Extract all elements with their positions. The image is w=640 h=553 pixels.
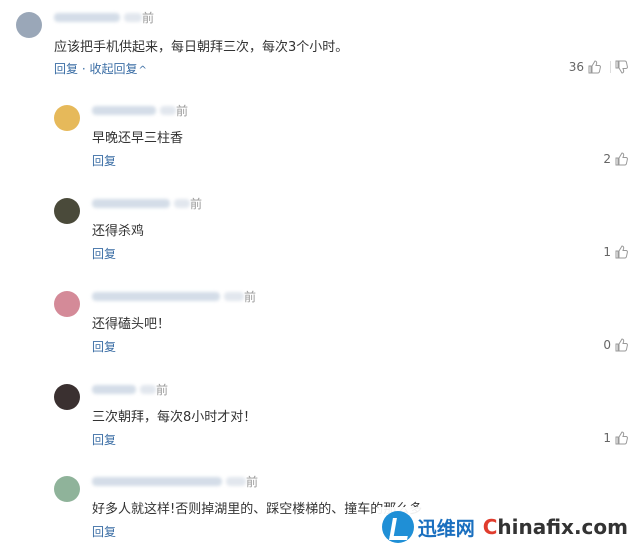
like-button[interactable]: 36 bbox=[569, 60, 628, 74]
avatar[interactable] bbox=[54, 198, 80, 224]
comment-actions: 回复 bbox=[92, 245, 116, 262]
collapse-replies-button[interactable]: 收起回复^ bbox=[90, 62, 147, 76]
time-suffix: 前 bbox=[142, 10, 155, 25]
like-count: 0 bbox=[603, 338, 611, 352]
comment-actions: 回复 bbox=[92, 431, 116, 448]
like-count: 1 bbox=[603, 431, 611, 445]
thumbs-up-icon bbox=[615, 245, 628, 259]
comment-meta: 前 bbox=[92, 382, 169, 397]
watermark-brand: 迅维网 bbox=[417, 517, 475, 540]
time-blurred bbox=[226, 476, 246, 486]
reply-button[interactable]: 回复 bbox=[92, 154, 116, 168]
chevron-up-icon: ^ bbox=[138, 65, 147, 76]
like-button[interactable]: 1 bbox=[603, 245, 628, 259]
comment-meta: 前 bbox=[92, 474, 259, 489]
username-blurred[interactable] bbox=[92, 384, 136, 394]
username-blurred[interactable] bbox=[92, 198, 170, 208]
comment-actions: 回复 bbox=[92, 523, 116, 540]
watermark-site-prefix: C bbox=[482, 515, 498, 539]
username-blurred[interactable] bbox=[92, 291, 220, 301]
separator-dot: · bbox=[81, 62, 86, 76]
thumbs-up-icon bbox=[588, 60, 601, 74]
reply-button[interactable]: 回复 bbox=[54, 62, 78, 76]
comment-text: 应该把手机供起来，每日朝拜三次，每次3个小时。 bbox=[54, 40, 349, 55]
comment-actions: 回复 bbox=[92, 152, 116, 169]
comment-actions: 回复 bbox=[92, 338, 116, 355]
time-blurred bbox=[160, 105, 176, 115]
avatar[interactable] bbox=[54, 384, 80, 410]
like-button[interactable]: 1 bbox=[603, 431, 628, 445]
comment-meta: 前 bbox=[54, 10, 155, 25]
divider bbox=[610, 61, 611, 73]
time-suffix: 前 bbox=[246, 474, 259, 489]
comment-text: 早晚还早三柱香 bbox=[92, 131, 184, 146]
thumbs-up-icon bbox=[615, 431, 628, 445]
time-blurred bbox=[224, 291, 244, 301]
thumbs-up-icon bbox=[615, 338, 628, 352]
time-suffix: 前 bbox=[190, 196, 203, 211]
comment-meta: 前 bbox=[92, 289, 257, 304]
watermark-site-rest: hinafix.com bbox=[497, 515, 628, 539]
reply-button[interactable]: 回复 bbox=[92, 433, 116, 447]
like-count: 36 bbox=[568, 60, 584, 74]
like-button[interactable]: 2 bbox=[603, 152, 628, 166]
reply-button[interactable]: 回复 bbox=[92, 340, 116, 354]
username-blurred[interactable] bbox=[54, 12, 120, 22]
reply-button[interactable]: 回复 bbox=[92, 247, 116, 261]
comment-text: 好多人就这样!否则掉湖里的、踩空楼梯的、撞车的那么多 bbox=[92, 502, 423, 517]
avatar[interactable] bbox=[16, 12, 42, 38]
brand-logo-icon bbox=[381, 511, 414, 543]
username-blurred[interactable] bbox=[92, 476, 222, 486]
time-blurred bbox=[174, 198, 190, 208]
time-blurred bbox=[124, 12, 142, 22]
time-suffix: 前 bbox=[156, 382, 169, 397]
username-blurred[interactable] bbox=[92, 105, 156, 115]
comment-text: 还得磕头吧！ bbox=[92, 317, 171, 332]
time-suffix: 前 bbox=[176, 103, 189, 118]
like-count: 1 bbox=[603, 245, 611, 259]
thumbs-up-icon bbox=[615, 152, 628, 166]
comment-meta: 前 bbox=[92, 196, 203, 211]
comment-meta: 前 bbox=[92, 103, 189, 118]
comment-text: 三次朝拜，每次8小时才对！ bbox=[92, 410, 257, 425]
reply-button[interactable]: 回复 bbox=[92, 525, 116, 539]
comment-text: 还得杀鸡 bbox=[92, 224, 145, 239]
time-blurred bbox=[140, 384, 156, 394]
avatar[interactable] bbox=[54, 476, 80, 502]
avatar[interactable] bbox=[54, 105, 80, 131]
avatar[interactable] bbox=[54, 291, 80, 317]
comment-actions: 回复 · 收起回复^ bbox=[54, 60, 147, 77]
like-button[interactable]: 0 bbox=[603, 338, 628, 352]
thumbs-down-icon[interactable] bbox=[614, 60, 628, 74]
watermark: 迅维网 Chinafix.com bbox=[375, 507, 634, 547]
watermark-site: Chinafix.com bbox=[483, 515, 628, 539]
like-count: 2 bbox=[603, 152, 611, 166]
time-suffix: 前 bbox=[244, 289, 257, 304]
collapse-label: 收起回复 bbox=[89, 62, 138, 76]
